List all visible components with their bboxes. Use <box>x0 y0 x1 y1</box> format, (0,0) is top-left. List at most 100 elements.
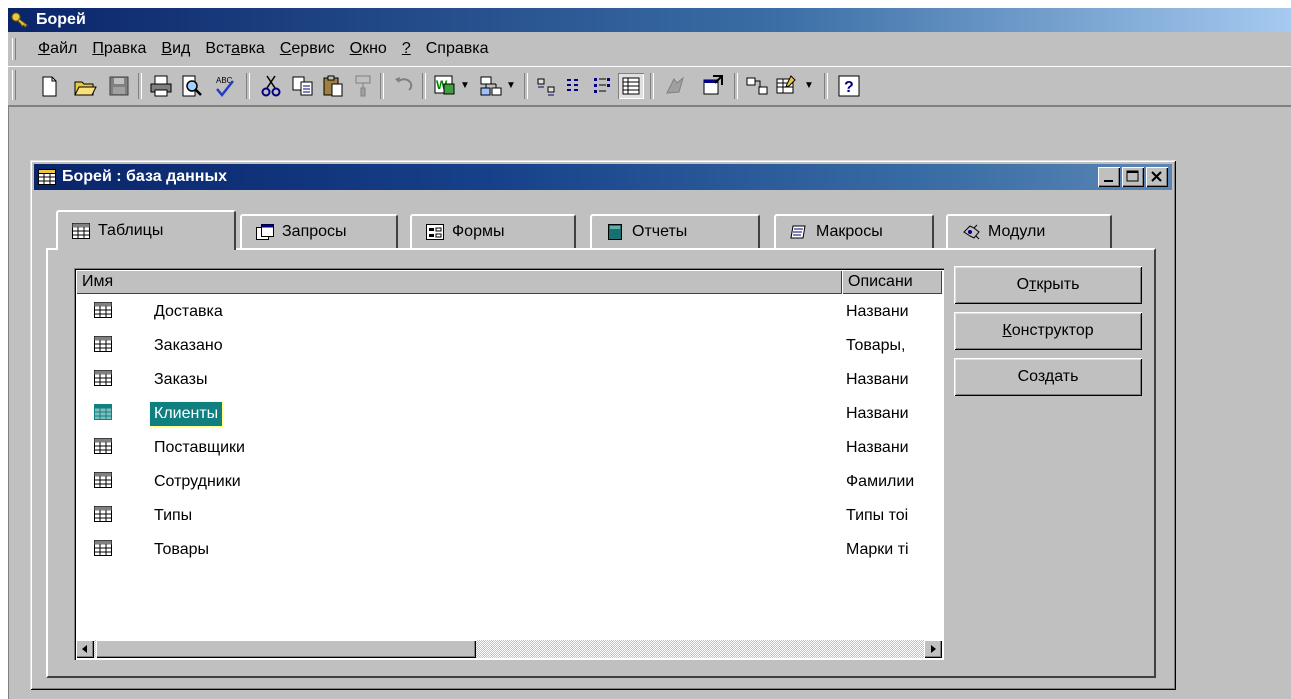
menubar-grip[interactable] <box>12 38 16 60</box>
table-name: Заказы <box>154 371 208 388</box>
table-name: Сотрудники <box>154 473 241 490</box>
tab-label: Макросы <box>816 223 883 240</box>
key-icon <box>11 12 28 28</box>
database-window-title-bar[interactable]: Борей : база данных <box>34 164 1172 190</box>
table-name: Поставщики <box>154 439 245 456</box>
menu-view[interactable]: Вид <box>161 40 190 58</box>
column-header-name[interactable]: Имя <box>76 270 842 294</box>
details-icon[interactable] <box>618 73 644 99</box>
save-icon[interactable] <box>106 73 132 99</box>
code-icon[interactable] <box>662 73 688 99</box>
minimize-button[interactable] <box>1098 167 1120 187</box>
close-button[interactable] <box>1146 167 1168 187</box>
table-name: Заказано <box>154 337 223 354</box>
tab-label: Отчеты <box>632 223 688 240</box>
undo-icon[interactable] <box>390 73 416 99</box>
table-description: Марки ті <box>846 541 909 558</box>
list-item[interactable]: Доставка Названи <box>76 298 942 332</box>
table-icon <box>94 438 112 454</box>
menu-help[interactable]: Справка <box>426 40 489 58</box>
macro-icon <box>790 225 806 239</box>
toolbar-grip[interactable] <box>12 70 16 100</box>
copy-icon[interactable] <box>290 73 316 99</box>
scroll-thumb[interactable] <box>96 640 476 658</box>
report-icon <box>608 224 622 240</box>
table-description: Названи <box>846 439 909 456</box>
print-icon[interactable] <box>148 73 174 99</box>
menu-window[interactable]: Окно <box>350 40 387 58</box>
office-links-icon[interactable]: W <box>432 73 458 99</box>
scroll-left-button[interactable] <box>76 640 94 658</box>
table-icon <box>94 404 112 420</box>
menu-help-mark[interactable]: ? <box>402 40 411 58</box>
right-arrow-icon <box>931 645 936 653</box>
relationships-icon[interactable] <box>744 73 770 99</box>
tab-reports[interactable]: Отчеты <box>590 214 760 248</box>
maximize-button[interactable] <box>1122 167 1144 187</box>
open-button[interactable]: Открыть <box>954 266 1142 304</box>
module-icon <box>963 224 980 240</box>
app-title: Борей <box>36 11 86 28</box>
list-item[interactable]: Сотрудники Фамилии <box>76 468 942 502</box>
left-arrow-icon <box>82 645 87 653</box>
tab-tables[interactable]: Таблицы <box>56 210 236 250</box>
table-description: Фамилии <box>846 473 915 490</box>
table-name: Доставка <box>154 303 223 320</box>
new-object-icon[interactable] <box>774 73 800 99</box>
tab-queries[interactable]: Запросы <box>240 214 398 248</box>
menu-tools[interactable]: Сервис <box>280 40 335 58</box>
database-window: Борей : база данных Таблицы Запросы Форм… <box>30 160 1176 690</box>
create-button[interactable]: Создать <box>954 358 1142 396</box>
properties-icon[interactable] <box>700 73 726 99</box>
object-list[interactable]: Имя Описани Доставка Названи Заказано То… <box>74 268 944 660</box>
table-name: Клиенты <box>148 401 224 427</box>
design-button[interactable]: Конструктор <box>954 312 1142 350</box>
new-icon[interactable] <box>36 73 62 99</box>
help-icon[interactable]: ? <box>836 73 862 99</box>
table-description: Типы тоі <box>846 507 909 524</box>
table-description: Названи <box>846 405 909 422</box>
tab-label: Запросы <box>282 223 347 240</box>
large-icons-icon[interactable] <box>534 73 560 99</box>
tab-macros[interactable]: Макросы <box>774 214 934 248</box>
database-toolbar: ABC W ▼ ▼ ▼ ? <box>8 66 1291 106</box>
query-icon <box>256 224 274 240</box>
horizontal-scrollbar[interactable] <box>76 640 942 658</box>
table-description: Названи <box>846 303 909 320</box>
column-header-description[interactable]: Описани <box>842 270 942 294</box>
spelling-icon[interactable]: ABC <box>212 73 238 99</box>
open-icon[interactable] <box>72 73 98 99</box>
table-description: Товары, <box>846 337 906 354</box>
list-item[interactable]: Заказы Названи <box>76 366 942 400</box>
tab-modules[interactable]: Модули <box>946 214 1112 248</box>
tab-label: Модули <box>988 223 1046 240</box>
table-icon <box>94 336 112 352</box>
table-icon <box>94 506 112 522</box>
paste-icon[interactable] <box>320 73 346 99</box>
list-item[interactable]: Заказано Товары, <box>76 332 942 366</box>
menu-edit[interactable]: Правка <box>92 40 146 58</box>
table-icon <box>94 472 112 488</box>
small-icons-icon[interactable] <box>562 73 588 99</box>
preview-icon[interactable] <box>178 73 204 99</box>
list-item[interactable]: Типы Типы тоі <box>76 502 942 536</box>
cut-icon[interactable] <box>258 73 284 99</box>
format-painter-icon[interactable] <box>350 73 376 99</box>
tab-forms[interactable]: Формы <box>410 214 576 248</box>
table-icon <box>72 223 90 239</box>
table-name: Товары <box>154 541 210 558</box>
form-icon <box>426 224 444 240</box>
tab-label: Таблицы <box>98 222 164 239</box>
table-icon <box>94 370 112 386</box>
table-name: Типы <box>154 507 193 524</box>
list-item-selected[interactable]: Клиенты Названи <box>76 400 942 434</box>
analyze-icon[interactable] <box>478 73 504 99</box>
menu-file[interactable]: Файл <box>38 40 77 58</box>
list-item[interactable]: Товары Марки ті <box>76 536 942 570</box>
list-icon[interactable] <box>590 73 616 99</box>
menu-insert[interactable]: Вставка <box>205 40 264 58</box>
app-title-bar[interactable]: Борей <box>8 8 1291 32</box>
scroll-right-button[interactable] <box>924 640 942 658</box>
table-icon <box>94 540 112 556</box>
list-item[interactable]: Поставщики Названи <box>76 434 942 468</box>
